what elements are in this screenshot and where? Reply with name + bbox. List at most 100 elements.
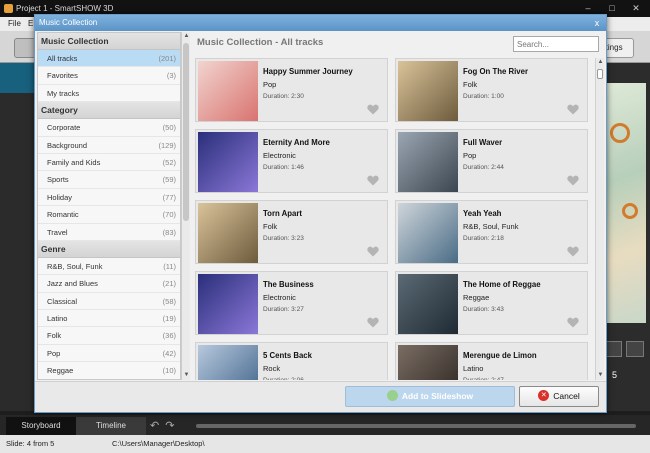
sidebar-item[interactable]: Holiday (77) — [38, 189, 180, 207]
sidebar-item[interactable]: Travel (83) — [38, 224, 180, 241]
track-title: Merengue de Limon — [463, 351, 537, 360]
sidebar-item[interactable]: Corporate (50) — [38, 119, 180, 137]
bottom-tabs: Storyboard Timeline ↶↷ — [0, 415, 650, 435]
sidebar-item-label: Travel — [47, 227, 68, 237]
search-input[interactable] — [513, 36, 599, 52]
sidebar-item[interactable]: Pop (42) — [38, 345, 180, 363]
close-window-icon[interactable]: ✕ — [624, 0, 648, 17]
sidebar-item-count: (42) — [162, 348, 176, 358]
track-genre: Electronic — [263, 293, 296, 302]
sidebar-item[interactable]: Reggae (10) — [38, 362, 180, 379]
sidebar-item[interactable]: Sports (59) — [38, 171, 180, 189]
grid-scroll-thumb[interactable] — [597, 69, 603, 79]
track-duration: Duration: 2:18 — [463, 235, 504, 242]
track-card[interactable]: Eternity And More Electronic Duration: 1:4… — [195, 129, 388, 193]
track-grid-scrollbar[interactable]: ▲ ▼ — [595, 58, 604, 380]
track-card[interactable]: Happy Summer Journey Pop Duration: 2:30 — [195, 58, 388, 122]
music-collection-dialog: Music Collection x Music Collection All t… — [34, 14, 607, 413]
heart-icon[interactable] — [567, 246, 579, 257]
sidebar-item-count: (36) — [162, 331, 176, 341]
track-genre: Folk — [263, 222, 278, 231]
sidebar-item[interactable]: Latino (19) — [38, 310, 180, 328]
heart-icon[interactable] — [567, 175, 579, 186]
sidebar-item-label: Reggae — [47, 366, 74, 376]
timeline-scrollbar[interactable] — [196, 424, 636, 428]
sidebar-item[interactable]: Favorites (3) — [38, 67, 180, 85]
scroll-up-icon[interactable]: ▲ — [182, 32, 191, 41]
track-card[interactable]: The Business Electronic Duration: 3:27 — [195, 271, 388, 335]
track-thumbnail — [198, 203, 258, 263]
sidebar-item[interactable]: Background (129) — [38, 137, 180, 154]
app-title: Project 1 - SmartSHOW 3D — [16, 4, 114, 13]
heart-icon[interactable] — [367, 246, 379, 257]
heart-icon[interactable] — [367, 175, 379, 186]
app-logo-icon — [4, 4, 13, 13]
heart-icon[interactable] — [367, 104, 379, 115]
collection-sidebar: Music Collection All tracks (201) Favorites… — [37, 32, 181, 380]
sidebar-item-count: (21) — [162, 279, 176, 289]
sidebar-item[interactable]: Romantic (70) — [38, 206, 180, 224]
sidebar-item-label: Family and Kids — [47, 157, 101, 167]
scroll-down-icon[interactable]: ▼ — [182, 371, 191, 380]
track-genre: Pop — [463, 151, 477, 160]
scroll-up-icon[interactable]: ▲ — [596, 58, 605, 67]
sidebar-item[interactable]: R&B, Soul, Funk (11) — [38, 258, 180, 276]
menu-edit[interactable]: E — [28, 17, 33, 31]
sidebar-item-count: (52) — [162, 157, 176, 167]
sidebar-item-count: (83) — [162, 227, 176, 237]
sidebar-item[interactable]: Folk (36) — [38, 327, 180, 345]
sidebar-item[interactable]: Family and Kids (52) — [38, 154, 180, 172]
tab-timeline[interactable]: Timeline — [76, 417, 146, 435]
sidebar-section-title: Genre — [38, 240, 180, 258]
scroll-down-icon[interactable]: ▼ — [596, 371, 605, 380]
sidebar-item-label: My tracks — [47, 88, 80, 98]
track-card[interactable]: Fog On The River Folk Duration: 1:00 — [395, 58, 588, 122]
track-genre: Pop — [263, 80, 277, 89]
slide-number: 5 — [612, 370, 618, 380]
sidebar-item[interactable]: All tracks (201) — [38, 50, 180, 68]
track-thumbnail — [198, 274, 258, 334]
track-title: Happy Summer Journey — [263, 67, 353, 76]
checkmark-icon — [386, 390, 398, 402]
track-thumbnail — [398, 345, 458, 380]
sidebar-item-count: (59) — [162, 175, 176, 185]
track-genre: Latino — [463, 364, 484, 373]
sidebar-item-label: Sports — [47, 175, 69, 185]
menu-file[interactable]: File — [8, 17, 21, 31]
heart-icon[interactable] — [367, 317, 379, 328]
track-card[interactable]: Torn Apart Folk Duration: 3:23 — [195, 200, 388, 264]
track-card[interactable]: The Home of Reggae Reggae Duration: 3:43 — [395, 271, 588, 335]
heart-icon[interactable] — [567, 317, 579, 328]
add-to-slideshow-button[interactable]: Add to Slideshow — [345, 386, 515, 407]
track-thumbnail — [398, 61, 458, 121]
dialog-close-icon[interactable]: x — [591, 17, 603, 29]
undo-redo-icons[interactable]: ↶↷ — [150, 419, 180, 432]
sidebar-item-label: All tracks — [47, 54, 78, 63]
status-slide: Slide: 4 from 5 — [6, 439, 55, 448]
track-card[interactable]: Merengue de Limon Latino Duration: 2:47 — [395, 342, 588, 380]
track-card[interactable]: 5 Cents Back Rock Duration: 2:06 — [195, 342, 388, 380]
track-card[interactable]: Full Waver Pop Duration: 2:44 — [395, 129, 588, 193]
track-thumbnail — [398, 203, 458, 263]
cancel-icon: ✕ — [538, 390, 550, 402]
cancel-button-label: Cancel — [553, 391, 580, 401]
tab-storyboard[interactable]: Storyboard — [6, 417, 76, 435]
sidebar-item-count: (201) — [158, 54, 176, 63]
sidebar-item-count: (50) — [162, 123, 176, 133]
track-card[interactable]: Yeah Yeah R&B, Soul, Funk Duration: 2:18 — [395, 200, 588, 264]
sidebar-item[interactable]: Jazz and Blues (21) — [38, 275, 180, 293]
track-duration: Duration: 2:47 — [463, 377, 504, 380]
sidebar-item[interactable]: Classical (58) — [38, 293, 180, 311]
sidebar-scroll-thumb[interactable] — [183, 43, 189, 221]
sidebar-item-label: Jazz and Blues — [47, 279, 98, 289]
cancel-button[interactable]: ✕ Cancel — [519, 386, 599, 407]
heart-icon[interactable] — [567, 104, 579, 115]
sidebar-scrollbar[interactable]: ▲ ▼ — [181, 32, 190, 380]
toolbar-button[interactable] — [14, 38, 36, 58]
preview-tools — [604, 341, 644, 357]
sidebar-item-count: (3) — [166, 71, 176, 81]
fullscreen-icon[interactable] — [626, 341, 644, 357]
track-genre: Folk — [463, 80, 478, 89]
sidebar-item[interactable]: My tracks — [38, 85, 180, 103]
track-duration: Duration: 1:46 — [263, 164, 304, 171]
